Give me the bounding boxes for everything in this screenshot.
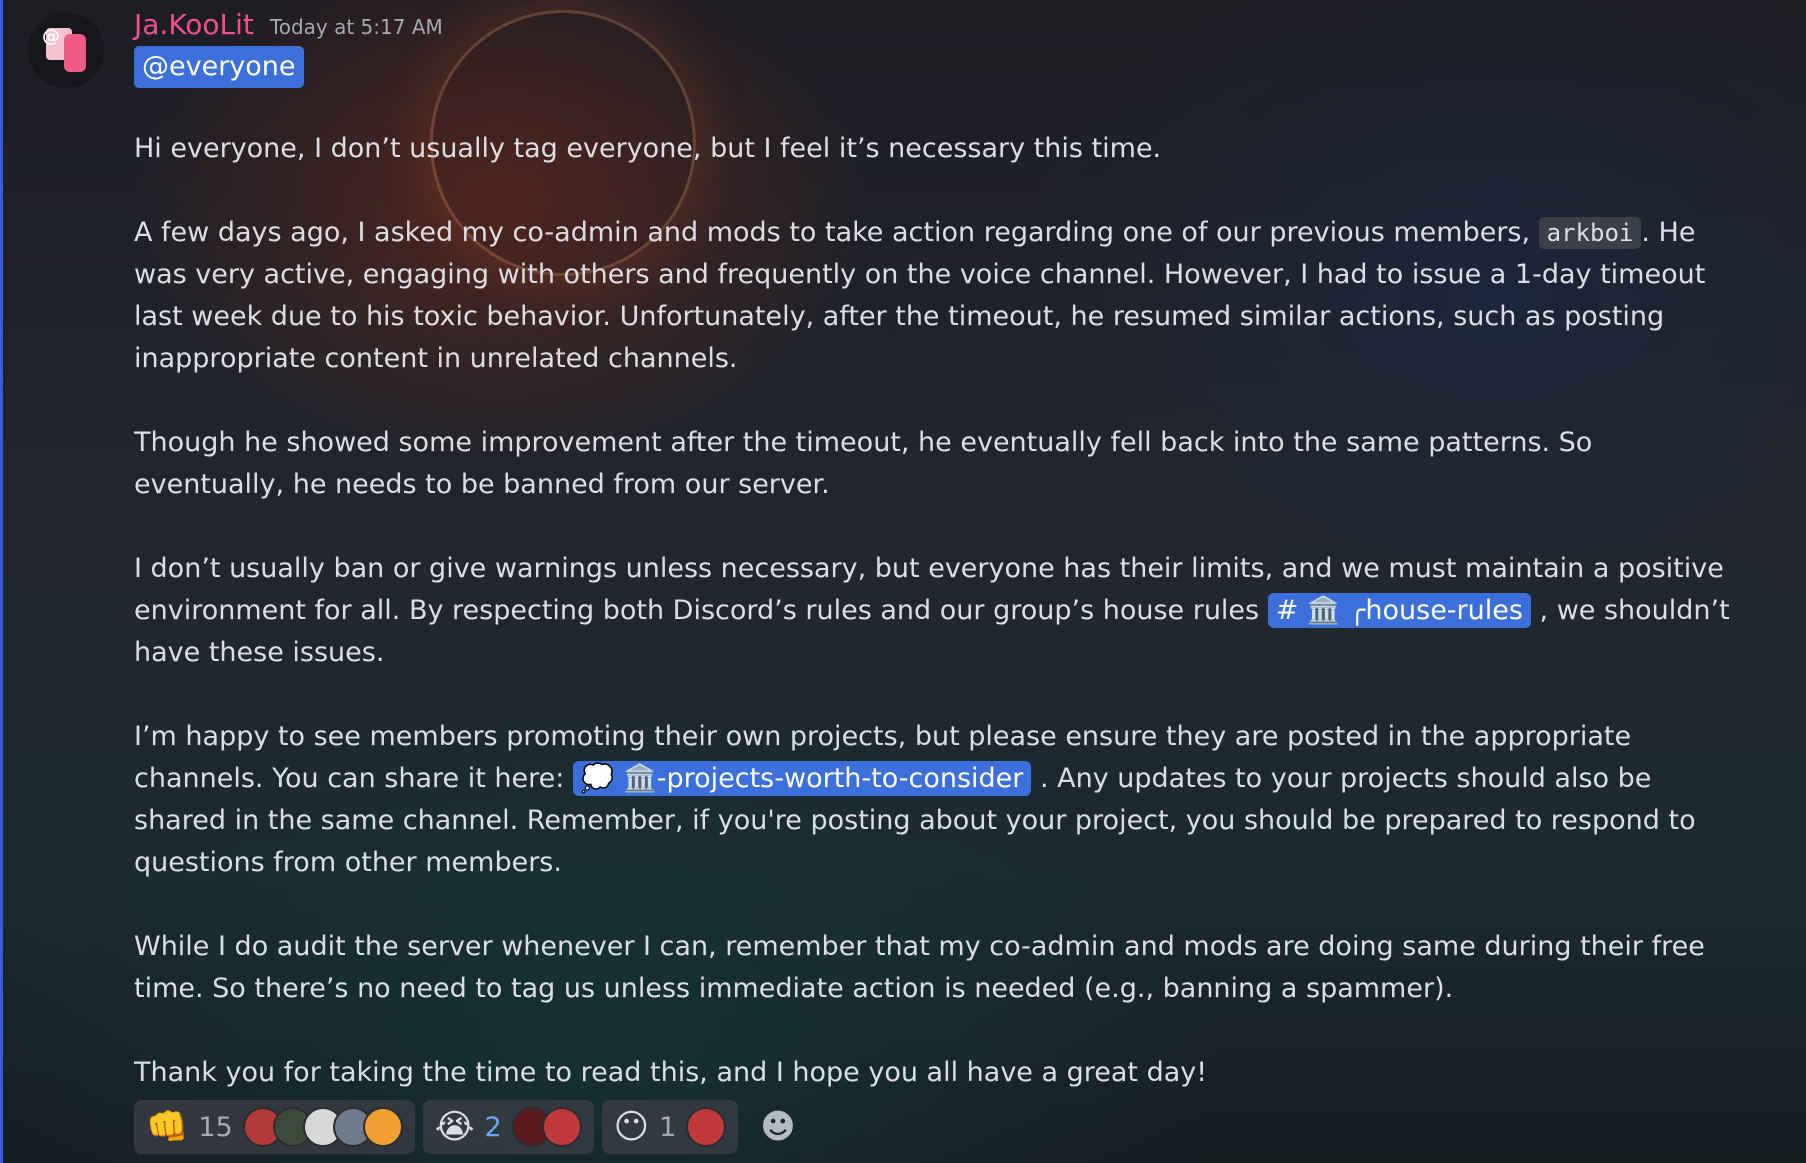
paragraph: Thank you for taking the time to read th… [134, 1057, 1208, 1088]
username[interactable]: Ja.KooLit [134, 8, 254, 41]
reactor-avatar [541, 1107, 582, 1147]
reactor-avatar [686, 1107, 727, 1147]
paragraph: A few days ago, I asked my co-admin and … [134, 212, 1734, 380]
paragraph-text: A few days ago, I asked my co-admin and … [134, 217, 1531, 248]
channel-mention-house-rules[interactable]: # 🏛️ ╭house-rules [1267, 593, 1531, 628]
reactions-bar: 👊 15 😭 2 😶 1 ☻ [134, 1100, 796, 1154]
timestamp[interactable]: Today at 5:17 AM [270, 15, 443, 39]
reaction-count: 15 [198, 1111, 233, 1143]
fist-emoji-icon: 👊 [146, 1107, 189, 1147]
avatar-at-symbol: @ [42, 26, 60, 47]
reactor-avatars [686, 1107, 727, 1147]
avatar-shape [64, 34, 86, 72]
channel-mention-projects[interactable]: 💭 🏛️-projects-worth-to-consider [572, 761, 1032, 796]
paragraph: Hi everyone, I don’t usually tag everyon… [134, 133, 1162, 164]
no-mouth-emoji-icon: 😶 [613, 1107, 650, 1147]
crying-emoji-icon: 😭 [434, 1107, 475, 1147]
add-reaction-icon[interactable]: ☻ [760, 1107, 795, 1147]
reaction-crying[interactable]: 😭 2 [422, 1100, 594, 1154]
avatar[interactable]: @ [28, 12, 104, 88]
reaction-fist[interactable]: 👊 15 [134, 1100, 415, 1154]
paragraph: I don’t usually ban or give warnings unl… [134, 548, 1734, 674]
paragraph: Though he showed some improvement after … [134, 427, 1593, 500]
message-content: Hi everyone, I don’t usually tag everyon… [134, 128, 1734, 1136]
reaction-count: 2 [484, 1111, 502, 1143]
message-highlight-bar [0, 0, 3, 1163]
message-header: Ja.KooLit Today at 5:17 AM [134, 8, 443, 41]
paragraph: While I do audit the server whenever I c… [134, 931, 1705, 1004]
reactor-avatars [242, 1107, 403, 1147]
reaction-count: 1 [659, 1111, 677, 1143]
paragraph: I’m happy to see members promoting their… [134, 716, 1734, 884]
reactor-avatars [511, 1107, 582, 1147]
everyone-mention[interactable]: @everyone [134, 46, 304, 88]
reactor-avatar [362, 1107, 403, 1147]
inline-code-username: arkboi [1538, 217, 1642, 249]
reaction-no-mouth[interactable]: 😶 1 [601, 1100, 739, 1154]
